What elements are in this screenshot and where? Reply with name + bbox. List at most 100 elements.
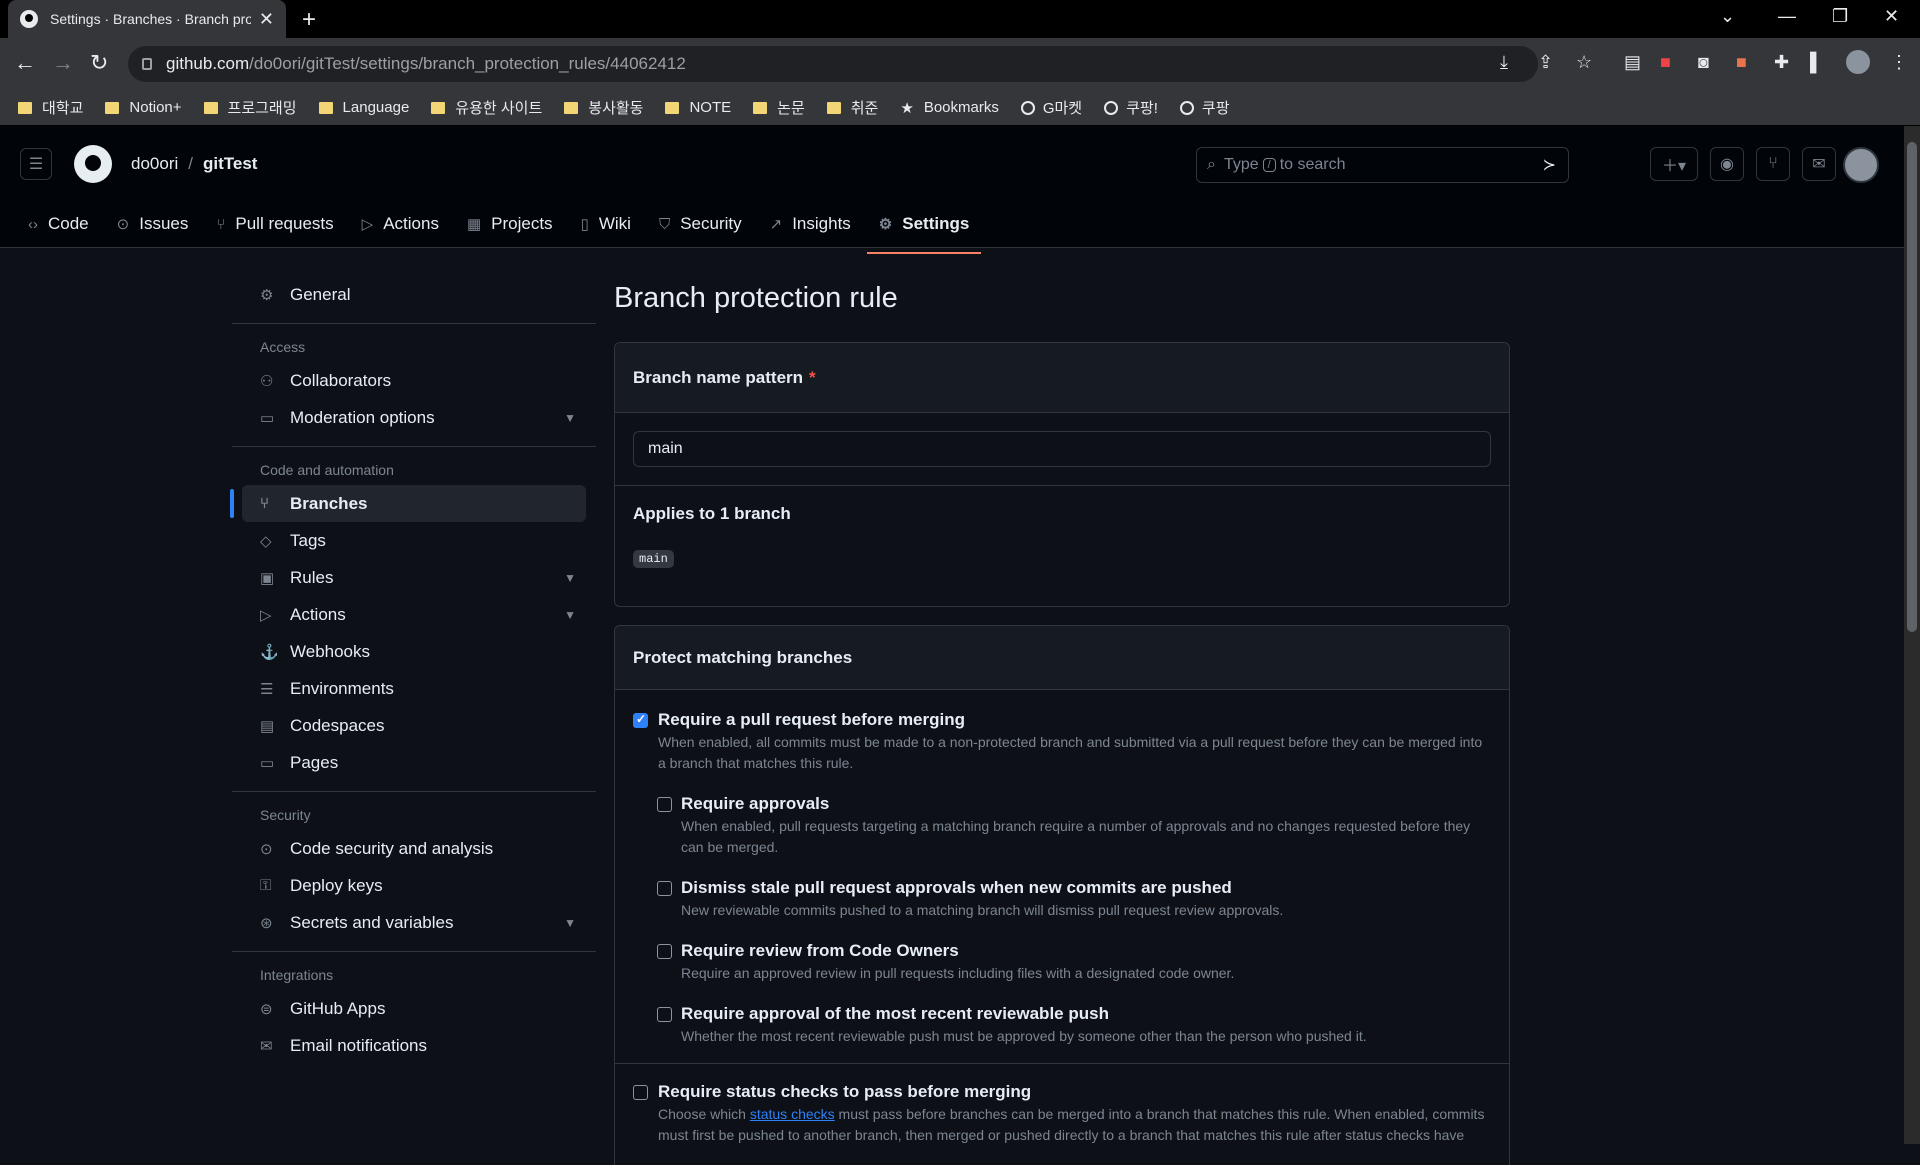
menu-kebab-icon[interactable]: ⋮ [1890, 52, 1908, 73]
search-input[interactable]: ⌕ Type / to search ≻ [1196, 147, 1569, 183]
sidebar-item-deploy-keys[interactable]: ⚿ Deploy keys [242, 867, 586, 904]
puzzle-icon[interactable]: ✚ [1774, 52, 1789, 73]
option-desc: Choose which status checks must pass bef… [658, 1104, 1509, 1146]
sidebar-item-rules[interactable]: ▣ Rules ▼ [242, 559, 586, 596]
search-icon: ⌕ [1207, 156, 1216, 173]
people-icon: ⚇ [260, 372, 274, 390]
bookmark-item[interactable]: 대학교 [18, 97, 83, 118]
mail-icon: ✉ [260, 1037, 273, 1055]
tab-pull-requests[interactable]: ⑂ Pull requests [216, 206, 333, 242]
minimize-icon[interactable]: — [1778, 6, 1796, 27]
bookmark-item[interactable]: Language [318, 99, 409, 116]
sidebar-item-moderation[interactable]: ▭ Moderation options ▼ [242, 399, 586, 436]
profile-avatar[interactable] [1846, 50, 1870, 74]
tab-code[interactable]: ‹› Code [28, 206, 89, 242]
bookmark-label: Notion+ [129, 99, 182, 116]
github-logo-icon[interactable] [74, 145, 112, 183]
tab-settings[interactable]: ⚙ Settings [866, 206, 981, 254]
tab-issues[interactable]: ⊙ Issues [117, 206, 189, 242]
status-checks-checkbox[interactable] [633, 1085, 648, 1100]
create-new-button[interactable]: ＋▾ [1650, 147, 1698, 181]
owner-link[interactable]: do0ori [131, 154, 178, 173]
tab-projects[interactable]: ▦ Projects [467, 206, 553, 242]
share-icon[interactable]: ⇪ [1538, 52, 1553, 73]
bookmark-item[interactable]: 논문 [753, 97, 805, 118]
extension-badge-icon[interactable]: ■ [1736, 52, 1747, 73]
dismiss-stale-checkbox[interactable] [657, 881, 672, 896]
repo-link[interactable]: gitTest [203, 154, 257, 173]
bookmark-item[interactable]: 쿠팡 [1179, 97, 1230, 118]
folder-icon [18, 101, 32, 114]
require-approvals-checkbox[interactable] [657, 797, 672, 812]
forward-icon[interactable]: → [52, 50, 74, 76]
side-panel-icon[interactable]: ▌ [1810, 52, 1823, 73]
tab-insights[interactable]: ↗ Insights [770, 206, 851, 242]
tab-actions[interactable]: ▷ Actions [362, 206, 439, 242]
bookmark-item[interactable]: 취준 [826, 97, 878, 118]
inbox-button[interactable]: ✉ [1802, 147, 1836, 181]
tab-security[interactable]: ⛉ Security [659, 206, 742, 242]
sidebar-item-environments[interactable]: ☰ Environments [242, 670, 586, 707]
command-palette-icon[interactable]: ≻ [1543, 155, 1556, 175]
back-icon[interactable]: ← [14, 50, 36, 76]
bookmark-item[interactable]: G마켓 [1020, 97, 1083, 118]
bookmark-label: G마켓 [1042, 100, 1083, 117]
hamburger-menu-icon[interactable]: ☰ [20, 148, 52, 180]
pull-requests-button[interactable]: ⑂ [1756, 147, 1790, 181]
bookmark-item[interactable]: 쿠팡! [1104, 97, 1158, 118]
sidebar-item-pages[interactable]: ▭ Pages [242, 744, 586, 781]
pdf-extension-icon[interactable]: ■ [1660, 52, 1671, 73]
require-pr-checkbox[interactable] [633, 712, 648, 728]
divider [232, 791, 596, 792]
sidebar-item-code-security[interactable]: ⊙ Code security and analysis [242, 830, 586, 867]
install-icon[interactable]: ⤓ [1500, 52, 1508, 73]
new-tab-icon[interactable]: + [302, 6, 316, 34]
bookmark-item[interactable]: Notion+ [105, 99, 182, 116]
sidebar-item-label: Actions [290, 604, 346, 624]
sidebar-item-email-notifications[interactable]: ✉ Email notifications [242, 1027, 586, 1064]
option-status-checks: Require status checks to pass before mer… [615, 1082, 1509, 1146]
sidebar-item-tags[interactable]: ◇ Tags [242, 522, 586, 559]
sidebar-item-collaborators[interactable]: ⚇ Collaborators [242, 362, 586, 399]
sidebar-item-label: Moderation options [290, 407, 435, 427]
bookmark-item[interactable]: 프로그래밍 [203, 97, 297, 118]
branch-pattern-input[interactable]: main [633, 431, 1491, 467]
tab-label: Code [48, 214, 89, 233]
sidebar-item-webhooks[interactable]: ⚓ Webhooks [242, 633, 586, 670]
camera-extension-icon[interactable]: ◙ [1698, 52, 1709, 73]
window-close-icon[interactable]: ✕ [1884, 6, 1899, 27]
tab-search-chevron-icon[interactable]: ⌄ [1720, 6, 1735, 27]
shield-icon: ⛉ [658, 215, 671, 233]
recent-push-checkbox[interactable] [657, 1007, 672, 1022]
bookmark-item[interactable]: ★ Bookmarks [900, 99, 998, 117]
tag-icon: ◇ [260, 532, 272, 550]
tab-wiki[interactable]: ▯ Wiki [581, 206, 631, 242]
sidebar-item-codespaces[interactable]: ▤ Codespaces [242, 707, 586, 744]
issues-button[interactable]: ◉ [1710, 147, 1744, 181]
sidebar-item-general[interactable]: ⚙ General [242, 276, 586, 313]
search-shortcut-key: / [1262, 158, 1276, 172]
scrollbar-thumb[interactable] [1907, 142, 1917, 632]
status-checks-link[interactable]: status checks [750, 1106, 835, 1122]
sidebar-item-actions[interactable]: ▷ Actions ▼ [242, 596, 586, 633]
close-tab-icon[interactable]: ✕ [259, 9, 274, 30]
restore-icon[interactable]: ❐ [1832, 6, 1848, 27]
folder-icon [753, 101, 768, 114]
address-bar[interactable]: github.com/do0ori/gitTest/settings/branc… [128, 46, 1538, 82]
bookmark-star-icon[interactable]: ☆ [1576, 52, 1592, 73]
code-owners-checkbox[interactable] [657, 944, 672, 959]
tab-label: Insights [792, 214, 851, 233]
sidebar-item-branches[interactable]: ⑂ Branches [230, 485, 586, 522]
sidebar-item-github-apps[interactable]: ⊜ GitHub Apps [242, 990, 586, 1027]
bookmark-item[interactable]: NOTE [665, 99, 731, 116]
option-desc: When enabled, all commits must be made t… [658, 734, 1483, 771]
divider [615, 1063, 1509, 1064]
extension-icon[interactable]: ▤ [1624, 52, 1641, 73]
bookmark-item[interactable]: 유용한 사이트 [431, 97, 542, 118]
bookmark-item[interactable]: 봉사활동 [564, 97, 643, 118]
page-title: Branch protection rule [614, 282, 898, 314]
user-avatar[interactable] [1843, 147, 1879, 183]
sidebar-item-secrets[interactable]: ⊛ Secrets and variables ▼ [242, 904, 586, 941]
reload-icon[interactable]: ↻ [90, 50, 108, 76]
browser-tab[interactable]: Settings · Branches · Branch pro ✕ [8, 0, 286, 38]
